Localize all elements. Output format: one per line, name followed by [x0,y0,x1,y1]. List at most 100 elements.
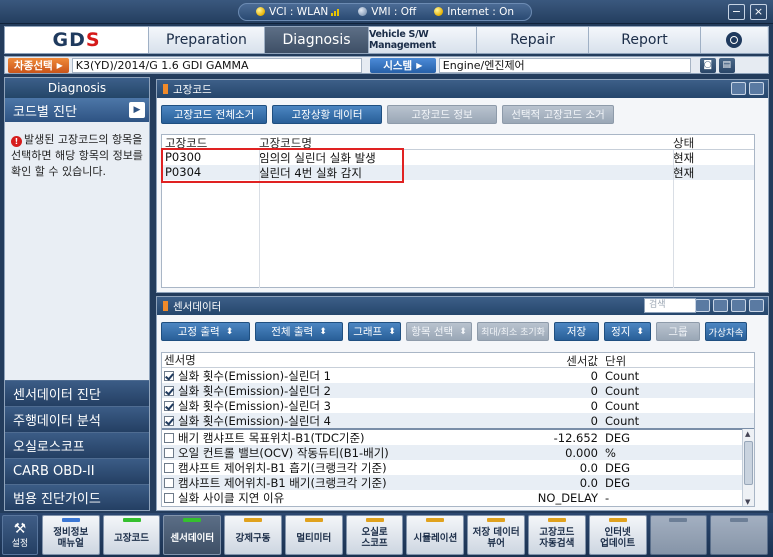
table-row[interactable]: 캠샤프트 제어위치-B1 배기(크랭크각 기준) 0.0 DEG [162,475,754,490]
internet-update-button[interactable]: 인터넷 업데이트 [588,515,647,555]
updown-icon: ⬍ [636,326,644,337]
table-row[interactable]: 실화 횟수(Emission)-실린더 3 0 Count [162,398,754,413]
dtc-panel: 고장코드 고장코드 전체소거 고장상황 데이터 고장코드 정보 선택적 고장코드… [156,79,769,293]
table-row[interactable]: 실화 사이클 지연 이유 NO_DELAY - [162,490,754,505]
button-label-line1: 저장 데이터 [472,527,520,538]
led-indicator [669,518,688,522]
maximize-panel-button[interactable] [749,82,764,95]
led-indicator [426,518,445,522]
table-row[interactable]: P0304 실린더 4번 실화 감지 현재 [162,165,754,180]
column-header-unit[interactable]: 단위 [602,353,742,368]
tab-vehicle-sw-management[interactable]: Vehicle S/W Management [369,27,477,53]
sidebar-item-driving-data[interactable]: 주행데이터 분석 [5,406,149,432]
tab-repair[interactable]: Repair [477,27,589,53]
table-row[interactable]: 실화 횟수(Emission)-실린더 2 0 Count [162,383,754,398]
search-button[interactable] [701,27,767,53]
column-header-sensor-value[interactable]: 센서값 [492,353,602,368]
sensor-value: 0.000 [565,445,598,460]
sensor-scrollbar[interactable]: ▲ ▼ [742,429,754,506]
column-header-sensor-name[interactable]: 센서명 [162,353,492,367]
sidebar-item-carb-obd[interactable]: CARB OBD-II [5,458,149,484]
row-checkbox[interactable] [164,400,174,411]
actuation-test-button[interactable]: 강제구동 [224,515,282,555]
table-row[interactable]: 캠샤프트 제어위치-B1 흡기(크랭크각 기준) 0.0 DEG [162,460,754,475]
retry-button[interactable] [731,299,746,312]
sensor-name: 캠샤프트 제어위치-B1 흡기(크랭크각 기준) [178,460,387,475]
internet-led-icon [434,7,444,16]
virtual-speed-button[interactable]: 가상차속 [705,322,747,341]
dtc-auto-search-button[interactable]: 고장코드 자동검색 [527,515,586,555]
settings-button[interactable]: ⚒ 설정 [2,515,38,555]
multimeter-button[interactable]: 멀티미터 [284,515,343,555]
scroll-thumb[interactable] [744,441,753,485]
row-checkbox[interactable] [164,415,174,426]
simulation-button[interactable]: 시뮬레이션 [406,515,465,555]
camera-button[interactable]: ◙ [699,57,716,73]
freeze-frame-button[interactable]: 고장상황 데이터 [272,105,382,124]
row-checkbox[interactable] [164,385,174,396]
row-checkbox[interactable] [164,370,174,381]
column-header-name[interactable]: 고장코드명 [257,135,671,150]
scroll-down-icon[interactable]: ▼ [745,498,750,506]
led-indicator [304,518,323,522]
row-checkbox[interactable] [164,447,174,458]
dtc-button[interactable]: 고장코드 [102,515,161,555]
sensor-search-input[interactable]: 검색 [644,298,696,313]
vehicle-bar: 차종선택 ▶ K3(YD)/2014/G 1.6 GDI GAMMA 시스템 ▶ E… [4,56,769,74]
maximize-panel-button[interactable] [749,299,764,312]
system-select-button[interactable]: 시스템 ▶ [369,57,436,73]
sensor-table: 센서명 센서값 단위 실화 횟수(Emission)-실린더 1 0 Count 실… [161,352,755,507]
tab-preparation[interactable]: Preparation [149,27,265,53]
saved-data-viewer-button[interactable]: 저장 데이터 뷰어 [467,515,525,555]
column-header-code[interactable]: 고장코드 [162,135,257,150]
reset-minmax-button[interactable]: 최대/최소 초기화 [477,322,549,341]
column-header-state[interactable]: 상태 [671,135,754,150]
row-checkbox[interactable] [164,492,174,503]
scroll-up-icon[interactable]: ▲ [745,430,750,438]
sidebar-item-code-diagnosis[interactable]: 코드별 진단 ▶ [5,98,149,122]
tab-diagnosis[interactable]: Diagnosis [265,27,369,53]
row-checkbox[interactable] [164,477,174,488]
sensor-panel-title: 센서데이터 [173,300,222,313]
clear-all-dtc-button[interactable]: 고장코드 전체소거 [161,105,267,124]
logo-accent: S [85,29,101,51]
table-row[interactable]: P0300 임의의 실린더 실화 발생 현재 [162,150,754,165]
sensor-name: 오일 컨트롤 밸브(OCV) 작동듀티(B1-배기) [178,445,389,460]
tab-report[interactable]: Report [589,27,701,53]
sidebar-item-sensor-data[interactable]: 센서데이터 진단 [5,380,149,406]
table-row[interactable]: 실화 횟수(Emission)-실린더 1 0 Count [162,368,754,383]
table-row[interactable]: 실화 횟수(Emission)-실린더 4 0 Count [162,413,754,428]
vehicle-select-button[interactable]: 차종선택 ▶ [8,57,69,73]
sensor-panel: 센서데이터 검색 고정 출력 ⬍ 전체 출력 ⬍ 그래프 ⬍ 항목 선택 ⬍ 최대/최소… [156,296,769,511]
dtc-name: 임의의 실린더 실화 발생 [259,151,376,165]
sensor-value: -12.652 [553,430,598,445]
group-button[interactable]: 그룹 [656,322,700,341]
dtc-info-button[interactable]: 고장코드 정보 [387,105,497,124]
oscilloscope-button[interactable]: 오실로 스코프 [345,515,404,555]
save-button[interactable]: 저장 [554,322,599,341]
left-panel-header: Diagnosis [5,78,149,98]
fixed-output-button[interactable]: 고정 출력 ⬍ [161,322,250,341]
table-row[interactable]: 오일 컨트롤 밸브(OCV) 작동듀티(B1-배기) 0.000% [162,445,754,460]
sensor-name: 실화 횟수(Emission)-실린더 4 [178,413,331,428]
item-select-button[interactable]: 항목 선택 ⬍ [406,322,472,341]
retry-button[interactable] [731,82,746,95]
search-button[interactable] [695,299,710,312]
close-button[interactable]: × [750,4,767,20]
sidebar-item-general-guide[interactable]: 범용 진단가이드 [5,484,149,510]
selective-clear-button[interactable]: 선택적 고장코드 소거 [502,105,614,124]
row-checkbox[interactable] [164,462,174,473]
table-row[interactable]: 배기 캠샤프트 목표위치-B1(TDC기준) -12.652 DEG [162,430,754,445]
all-output-button[interactable]: 전체 출력 ⬍ [255,322,343,341]
graph-button[interactable]: 그래프 ⬍ [348,322,401,341]
window-layout-button[interactable]: ▤ [718,57,735,73]
sensor-unit: DEG [605,430,631,445]
stop-button[interactable]: 정지 ⬍ [604,322,651,341]
sensor-data-button[interactable]: 센서데이터 [163,515,222,555]
service-manual-button[interactable]: 정비정보 매뉴얼 [41,515,100,555]
sidebar-item-oscilloscope[interactable]: 오실로스코프 [5,432,149,458]
row-checkbox[interactable] [164,432,174,443]
list-view-button[interactable] [713,299,728,312]
minimize-button[interactable]: − [728,4,745,20]
button-label-line2: 뷰어 [487,538,505,549]
